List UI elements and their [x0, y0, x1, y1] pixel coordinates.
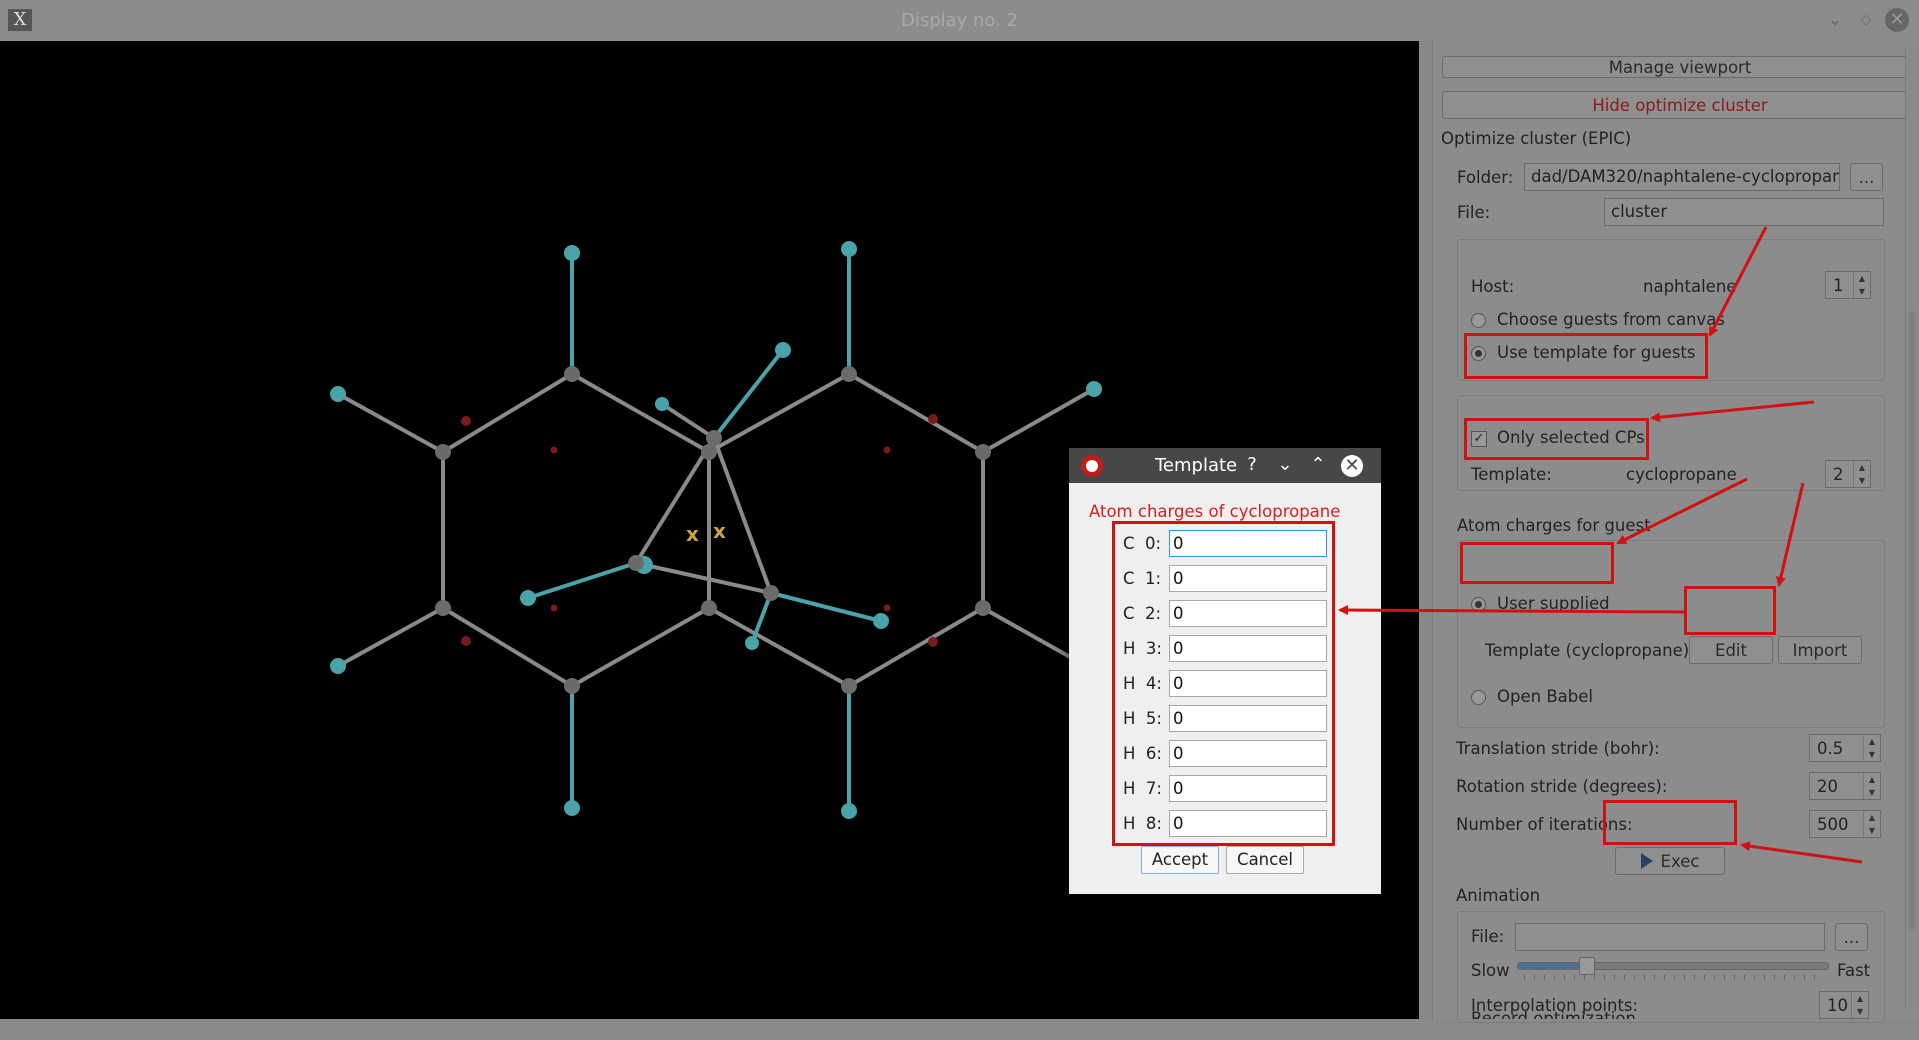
spin-arrows-icon[interactable]: ▲ ▼: [1863, 811, 1880, 837]
manage-viewport-button[interactable]: Manage viewport: [1442, 56, 1918, 78]
spin-arrows-icon[interactable]: ▲ ▼: [1863, 735, 1880, 761]
interp-value: 10: [1827, 996, 1848, 1015]
cp-marker-label: x: [686, 522, 699, 546]
choose-guests-label[interactable]: Choose guests from canvas: [1497, 310, 1725, 329]
user-supplied-radio[interactable]: [1471, 597, 1486, 612]
speed-slider-handle[interactable]: [1579, 957, 1596, 975]
animation-title: Animation: [1456, 886, 1541, 905]
slider-ticks: [1524, 975, 1822, 980]
host-count-spinbox[interactable]: 1 ▲ ▼: [1825, 271, 1871, 299]
cp-markers: x x: [686, 519, 726, 546]
annotation-box-exec: [1603, 800, 1737, 845]
folder-label: Folder:: [1457, 168, 1514, 187]
translation-spinbox[interactable]: 0.5 ▲ ▼: [1809, 734, 1881, 762]
dialog-titlebar[interactable]: Template ? ⌄ ⌃ ✕: [1069, 448, 1381, 483]
help-icon[interactable]: ?: [1241, 454, 1263, 476]
file-label: File:: [1457, 203, 1491, 222]
open-babel-label[interactable]: Open Babel: [1497, 687, 1593, 706]
exec-label: Exec: [1660, 852, 1700, 871]
template-count-value: 2: [1833, 465, 1844, 484]
window-title: Display no. 2: [900, 10, 1019, 31]
cp-marker-label: x: [713, 519, 726, 543]
chevron-down-icon[interactable]: ⌄: [1274, 454, 1296, 476]
annotation-box-user-supplied: [1460, 542, 1614, 584]
chevron-up-icon[interactable]: ⌃: [1307, 454, 1329, 476]
anim-browse-button[interactable]: ...: [1835, 923, 1868, 951]
speed-slider-track[interactable]: [1517, 957, 1829, 975]
play-icon: [1640, 853, 1653, 869]
close-window-icon[interactable]: ✕: [1885, 8, 1909, 32]
rotation-spinbox[interactable]: 20 ▲ ▼: [1809, 772, 1881, 800]
translation-value: 0.5: [1817, 739, 1844, 758]
choose-guests-radio[interactable]: [1471, 313, 1486, 328]
window-titlebar: X Display no. 2 ⌄ ◇ ✕: [0, 0, 1919, 41]
atom-charges-title: Atom charges for guest: [1457, 516, 1651, 535]
rotation-label: Rotation stride (degrees):: [1456, 777, 1668, 796]
dialog-heading: Atom charges of cyclopropane: [1089, 502, 1341, 521]
spin-arrows-icon[interactable]: ▲ ▼: [1851, 992, 1868, 1018]
iterations-spinbox[interactable]: 500 ▲ ▼: [1809, 810, 1881, 838]
spin-arrows-icon[interactable]: ▲ ▼: [1853, 461, 1870, 487]
template-value: cyclopropane: [1626, 465, 1737, 484]
exec-button[interactable]: Exec: [1615, 847, 1725, 875]
app-gear-icon: [1081, 455, 1103, 477]
dialog-title: Template: [1155, 455, 1238, 476]
fast-label: Fast: [1837, 961, 1871, 980]
slow-label: Slow: [1471, 961, 1510, 980]
file-field[interactable]: cluster: [1604, 198, 1884, 226]
hide-optimize-button[interactable]: Hide optimize cluster: [1442, 91, 1918, 119]
section-title: Optimize cluster (EPIC): [1441, 129, 1632, 148]
open-babel-radio[interactable]: [1471, 690, 1486, 705]
folder-browse-button[interactable]: ...: [1850, 163, 1883, 191]
rotation-value: 20: [1817, 777, 1838, 796]
host-count-value: 1: [1833, 276, 1844, 295]
spin-arrows-icon[interactable]: ▲ ▼: [1863, 773, 1880, 799]
annotation-box-use-template: [1464, 333, 1708, 379]
spin-arrows-icon[interactable]: ▲ ▼: [1853, 272, 1870, 298]
anim-file-field[interactable]: [1515, 923, 1825, 951]
template-label: Template:: [1471, 465, 1552, 484]
import-button[interactable]: Import: [1778, 636, 1862, 664]
host-value: naphtalene: [1643, 277, 1737, 296]
cancel-button[interactable]: Cancel: [1226, 846, 1304, 874]
annotation-box-charges: [1112, 521, 1335, 846]
anim-file-label: File:: [1471, 927, 1505, 946]
template-cyclo-label: Template (cyclopropane): [1485, 641, 1690, 660]
record-label: Record optimization: [1471, 1011, 1636, 1019]
edit-button[interactable]: Edit: [1689, 636, 1773, 664]
minimize-icon[interactable]: ⌄: [1823, 8, 1847, 32]
annotation-box-only-selected: [1464, 418, 1649, 460]
optimize-panel: Manage viewport Hide optimize cluster Op…: [1419, 41, 1919, 1023]
panel-splitter[interactable]: [1420, 41, 1433, 1019]
translation-label: Translation stride (bohr):: [1456, 739, 1660, 758]
accept-button[interactable]: Accept: [1141, 846, 1219, 874]
host-label: Host:: [1471, 277, 1515, 296]
vertical-scroll-thumb[interactable]: [1909, 311, 1915, 931]
dialog-close-icon[interactable]: ✕: [1341, 455, 1363, 477]
user-supplied-label[interactable]: User supplied: [1497, 594, 1610, 613]
annotation-box-edit: [1684, 586, 1776, 635]
interp-spinbox[interactable]: 10 ▲ ▼: [1819, 991, 1869, 1019]
iterations-value: 500: [1817, 815, 1849, 834]
template-count-spinbox[interactable]: 2 ▲ ▼: [1825, 460, 1871, 488]
folder-field[interactable]: dad/DAM320/naphtalene-cyclopropane: [1524, 163, 1840, 191]
maximize-icon[interactable]: ◇: [1854, 8, 1878, 32]
speed-slider-fill: [1518, 963, 1587, 969]
